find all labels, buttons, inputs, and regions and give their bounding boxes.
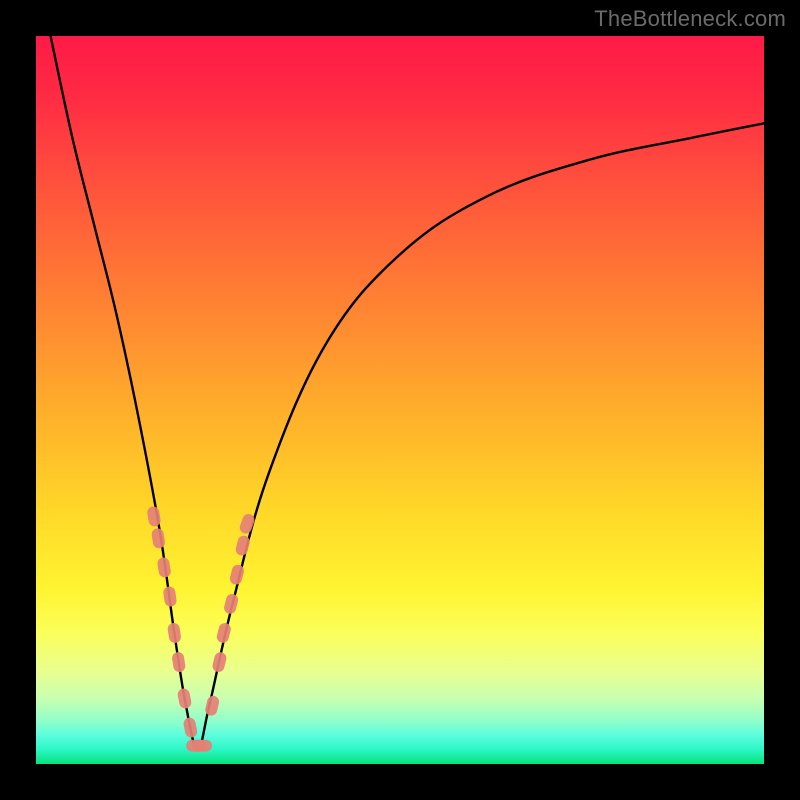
- highlighted-point: [216, 622, 233, 644]
- plot-area: [36, 36, 764, 764]
- bottleneck-curve: [51, 36, 764, 749]
- highlighted-point: [171, 651, 186, 673]
- chart-frame: TheBottleneck.com: [0, 0, 800, 800]
- highlighted-point: [238, 512, 256, 535]
- highlighted-point: [146, 506, 161, 528]
- highlighted-point: [192, 740, 212, 752]
- highlighted-point: [167, 622, 182, 644]
- highlighted-point: [163, 586, 178, 608]
- highlighted-point: [211, 651, 227, 673]
- highlighted-points-group: [146, 506, 256, 752]
- chart-svg: [36, 36, 764, 764]
- watermark-label: TheBottleneck.com: [594, 6, 786, 32]
- highlighted-point: [151, 527, 166, 549]
- highlighted-point: [177, 687, 193, 709]
- highlighted-point: [157, 557, 172, 579]
- highlighted-point: [223, 593, 240, 615]
- highlighted-point: [182, 717, 198, 739]
